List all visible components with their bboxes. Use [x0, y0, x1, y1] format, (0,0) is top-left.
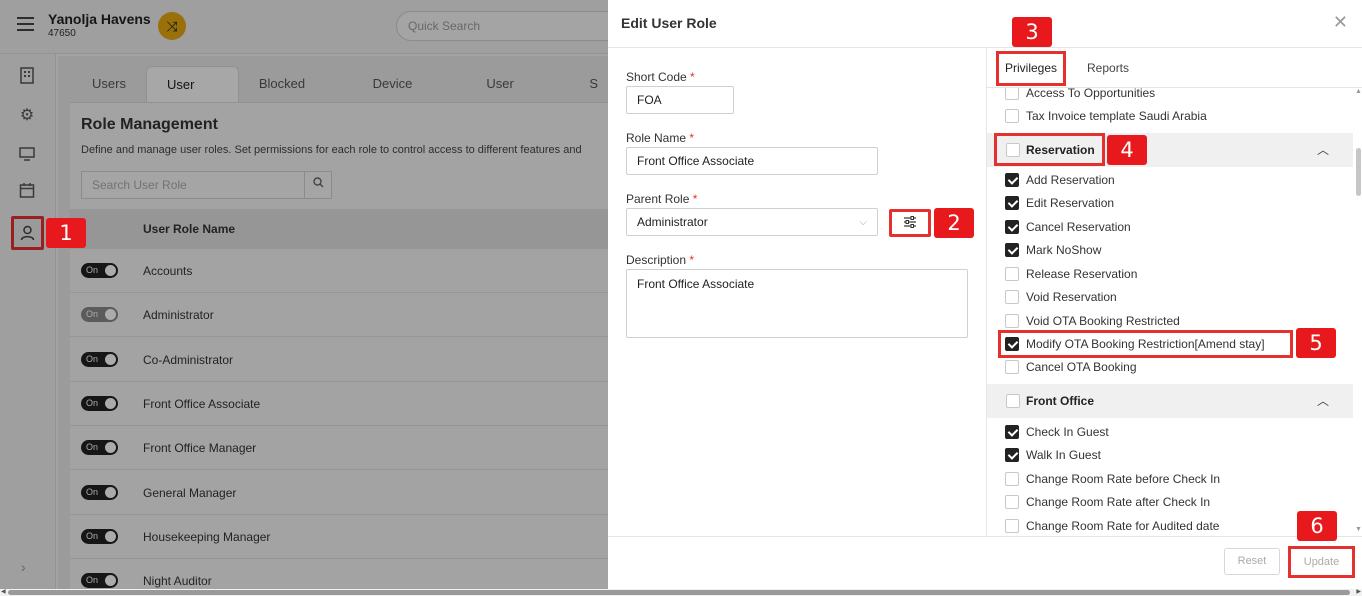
description-field[interactable]: Front Office Associate — [626, 269, 968, 338]
privilege-checkbox[interactable] — [1005, 495, 1019, 509]
group-checkbox[interactable] — [1006, 394, 1020, 408]
privilege-checkbox[interactable] — [1005, 243, 1019, 257]
role-name-label: Role Name * — [626, 131, 695, 145]
privilege-checkbox[interactable] — [1005, 472, 1019, 486]
callout-4: 4 — [1107, 135, 1147, 165]
privilege-checkbox[interactable] — [1005, 360, 1019, 374]
privilege-checkbox[interactable] — [1005, 290, 1019, 304]
parent-role-label: Parent Role * — [626, 192, 698, 206]
privilege-label: Edit Reservation — [1026, 196, 1115, 210]
privilege-label: Void Reservation — [1026, 290, 1117, 304]
callout-5: 5 — [1296, 328, 1336, 358]
privileges-list: Access To Opportunities Tax Invoice templ… — [987, 88, 1362, 536]
scroll-right-icon[interactable]: ▶ — [1356, 588, 1361, 595]
tab-reports[interactable]: Reports — [1087, 48, 1129, 88]
scroll-up-icon[interactable]: ▲ — [1355, 88, 1362, 95]
short-code-field[interactable]: FOA — [626, 86, 734, 114]
privilege-label: Change Room Rate before Check In — [1026, 472, 1221, 486]
parent-role-select[interactable]: Administrator ⌵ — [626, 208, 878, 236]
short-code-label: Short Code * — [626, 70, 695, 84]
chevron-down-icon: ⌵ — [859, 217, 867, 228]
update-button[interactable]: Update — [1288, 546, 1355, 578]
horizontal-scroll-thumb[interactable] — [8, 590, 1350, 595]
group-front-office[interactable]: Front Office ︿ — [987, 384, 1353, 418]
chevron-up-icon[interactable]: ︿ — [1317, 141, 1329, 158]
privilege-checkbox[interactable] — [1005, 196, 1019, 210]
callout-6: 6 — [1297, 511, 1337, 541]
reset-button[interactable]: Reset — [1224, 548, 1280, 575]
privilege-checkbox[interactable] — [1005, 314, 1019, 328]
callout-2: 2 — [934, 208, 974, 238]
privilege-label: Tax Invoice template Saudi Arabia — [1026, 109, 1207, 123]
chevron-up-icon[interactable]: ︿ — [1317, 392, 1329, 409]
modal-backdrop[interactable] — [0, 0, 608, 589]
privilege-checkbox[interactable] — [1005, 173, 1019, 187]
divider — [608, 536, 1362, 537]
parent-role-settings-button[interactable] — [889, 209, 931, 237]
scroll-down-icon[interactable]: ▼ — [1355, 526, 1362, 533]
update-button-label: Update — [1303, 556, 1340, 568]
sliders-icon — [904, 216, 916, 228]
scroll-thumb[interactable] — [1356, 148, 1361, 196]
privilege-checkbox[interactable] — [1005, 109, 1019, 123]
privilege-tabs: Privileges Reports — [987, 48, 1362, 88]
privilege-label: Release Reservation — [1026, 267, 1138, 281]
edit-user-role-drawer: Edit User Role ✕ Short Code * FOA Role N… — [608, 0, 1362, 589]
description-label: Description * — [626, 253, 695, 267]
privilege-label: Access To Opportunities — [1026, 88, 1156, 100]
privilege-checkbox[interactable] — [1005, 448, 1019, 462]
privilege-label: Change Room Rate for Audited date — [1026, 519, 1220, 533]
privilege-label: Walk In Guest — [1026, 448, 1101, 462]
highlight-reservation — [994, 133, 1105, 166]
horizontal-scrollbar[interactable]: ◀ ▶ — [0, 589, 1362, 596]
role-name-field[interactable]: Front Office Associate — [626, 147, 878, 175]
privilege-label: Void OTA Booking Restricted — [1026, 314, 1180, 328]
close-icon[interactable]: ✕ — [1333, 12, 1348, 33]
scroll-left-icon[interactable]: ◀ — [1, 588, 6, 595]
privilege-checkbox[interactable] — [1005, 519, 1019, 533]
privilege-label: Change Room Rate after Check In — [1026, 495, 1211, 509]
privilege-label: Add Reservation — [1026, 173, 1115, 187]
privilege-checkbox[interactable] — [1005, 267, 1019, 281]
privilege-label: Cancel OTA Booking — [1026, 360, 1137, 374]
callout-1: 1 — [46, 218, 86, 248]
parent-role-value: Administrator — [637, 215, 708, 229]
privilege-label: Cancel Reservation — [1026, 220, 1131, 234]
privilege-label: Check In Guest — [1026, 425, 1109, 439]
privileges-scrollbar[interactable]: ▲ ▼ — [1354, 88, 1362, 536]
privilege-checkbox[interactable] — [1005, 220, 1019, 234]
group-label: Front Office — [1026, 394, 1094, 408]
drawer-title: Edit User Role — [621, 15, 717, 31]
privilege-label: Mark NoShow — [1026, 243, 1102, 257]
tab-privileges[interactable]: Privileges — [996, 51, 1066, 86]
privilege-checkbox[interactable] — [1005, 88, 1019, 100]
callout-3: 3 — [1012, 17, 1052, 47]
privilege-checkbox[interactable] — [1005, 425, 1019, 439]
highlight-modify-ota — [998, 330, 1293, 358]
